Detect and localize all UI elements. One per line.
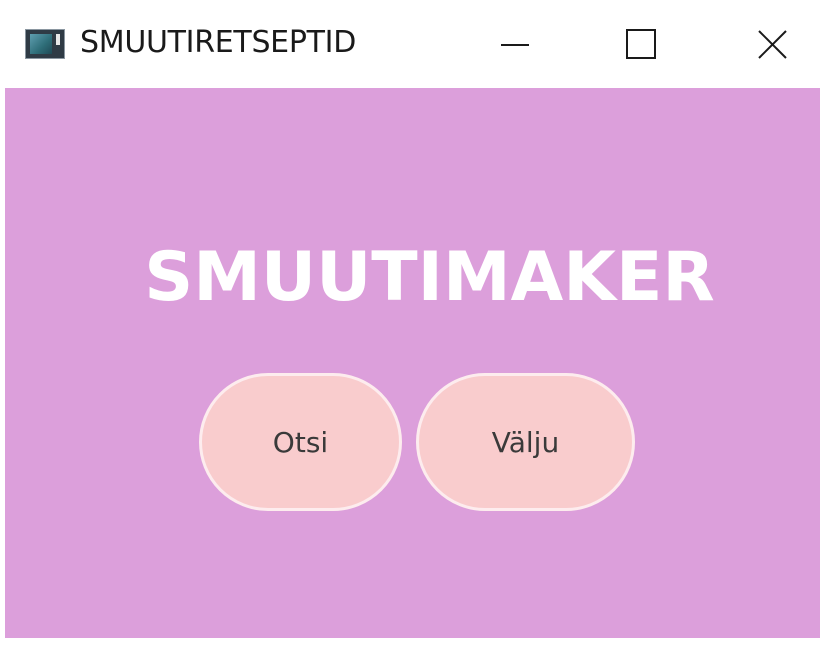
exit-button[interactable]: Välju: [416, 373, 635, 511]
search-button[interactable]: Otsi: [199, 373, 402, 511]
app-icon[interactable]: [25, 29, 65, 59]
app-window: SMUUTIRETSEPTID SMUUTIMAKER Otsi Välju: [0, 0, 825, 645]
maximize-button[interactable]: [586, 0, 696, 86]
main-panel: SMUUTIMAKER Otsi Välju: [5, 88, 820, 638]
title-bar[interactable]: SMUUTIRETSEPTID: [0, 0, 825, 86]
app-heading: SMUUTIMAKER: [144, 238, 715, 317]
close-button[interactable]: [716, 0, 825, 86]
maximize-icon: [626, 29, 656, 59]
minimize-icon: [501, 44, 529, 46]
window-title: SMUUTIRETSEPTID: [80, 25, 357, 60]
close-icon: [758, 30, 787, 59]
minimize-button[interactable]: [460, 0, 570, 86]
